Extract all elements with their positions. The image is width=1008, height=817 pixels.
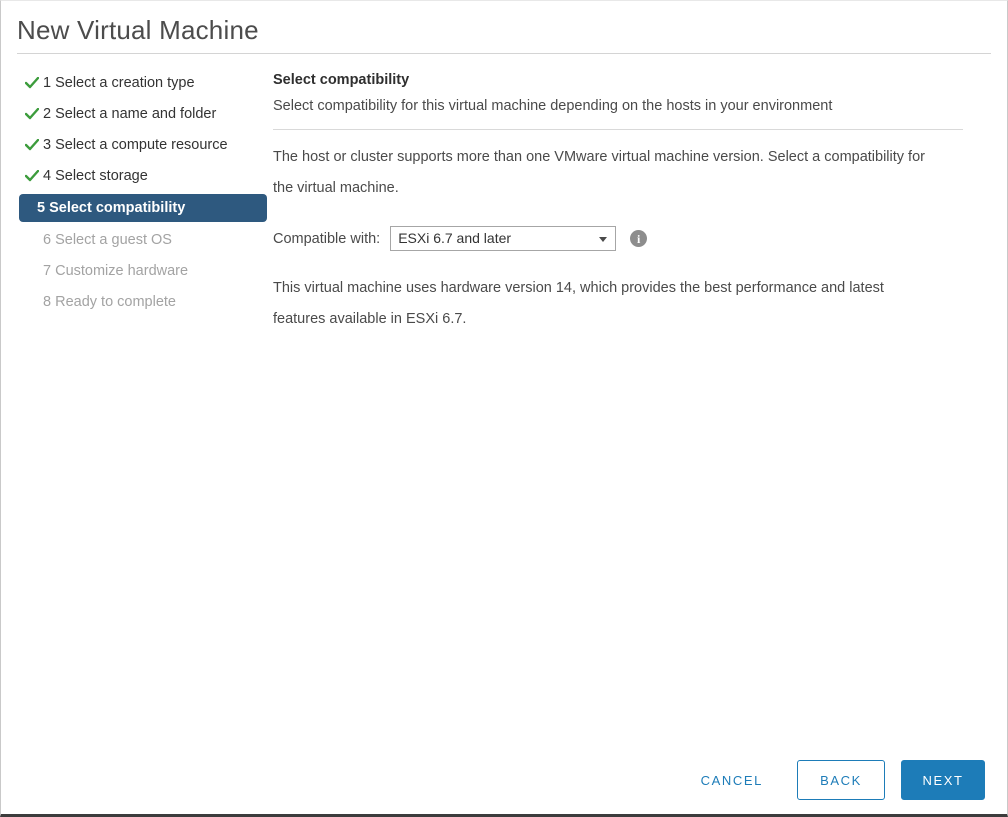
next-button[interactable]: NEXT [901, 760, 985, 800]
wizard-footer: CANCEL BACK NEXT [685, 760, 985, 800]
page-title: New Virtual Machine [17, 15, 259, 45]
main-divider [273, 129, 963, 130]
main-subheading: Select compatibility for this virtual ma… [273, 98, 833, 114]
wizard-body: 1 Select a creation type 2 Select a name… [1, 54, 1007, 335]
description-paragraph-2: This virtual machine uses hardware versi… [273, 280, 884, 327]
sidebar-step-4-select-storage[interactable]: 4 Select storage [19, 163, 269, 189]
sidebar-step-1-select-a-creation-type[interactable]: 1 Select a creation type [19, 70, 269, 96]
sidebar-step-7-customize-hardware[interactable]: 7 Customize hardware [19, 258, 269, 284]
check-icon [25, 139, 43, 151]
wizard-main-panel: Select compatibility Select compatibilit… [269, 70, 1007, 335]
new-virtual-machine-wizard: New Virtual Machine 1 Select a creation … [0, 0, 1008, 817]
sidebar-step-3-select-a-compute-resource[interactable]: 3 Select a compute resource [19, 132, 269, 158]
sidebar-step-label: 8 Ready to complete [43, 294, 176, 310]
chevron-down-icon [599, 236, 608, 242]
sidebar-step-2-select-a-name-and-folder[interactable]: 2 Select a name and folder [19, 101, 269, 127]
main-heading: Select compatibility [273, 72, 410, 88]
compatible-with-label: Compatible with: [273, 230, 381, 247]
sidebar-step-label: 5 Select compatibility [37, 200, 186, 216]
compatibility-select[interactable]: ESXi 6.7 and later [390, 226, 617, 251]
compatibility-select-row: Compatible with: ESXi 6.7 and later i [273, 226, 963, 251]
sidebar-step-label: 3 Select a compute resource [43, 137, 228, 153]
sidebar-step-label: 7 Customize hardware [43, 263, 189, 279]
cancel-button[interactable]: CANCEL [685, 762, 779, 798]
wizard-title-bar: New Virtual Machine [1, 1, 1007, 47]
check-icon [25, 170, 43, 182]
sidebar-step-label: 6 Select a guest OS [43, 232, 172, 248]
sidebar-step-8-ready-to-complete[interactable]: 8 Ready to complete [19, 289, 269, 315]
check-icon [25, 108, 43, 120]
check-icon [25, 77, 43, 89]
info-icon[interactable]: i [630, 230, 648, 247]
compatibility-select-value: ESXi 6.7 and later [398, 230, 512, 246]
sidebar-step-6-select-a-guest-os[interactable]: 6 Select a guest OS [19, 227, 269, 253]
sidebar-step-label: 2 Select a name and folder [43, 106, 217, 122]
back-button[interactable]: BACK [797, 760, 885, 800]
wizard-steps-sidebar: 1 Select a creation type 2 Select a name… [1, 70, 269, 320]
description-paragraph-1: The host or cluster supports more than o… [273, 149, 925, 196]
sidebar-step-label: 4 Select storage [43, 168, 148, 184]
sidebar-step-label: 1 Select a creation type [43, 75, 195, 91]
sidebar-step-5-select-compatibility[interactable]: 5 Select compatibility [19, 194, 267, 222]
